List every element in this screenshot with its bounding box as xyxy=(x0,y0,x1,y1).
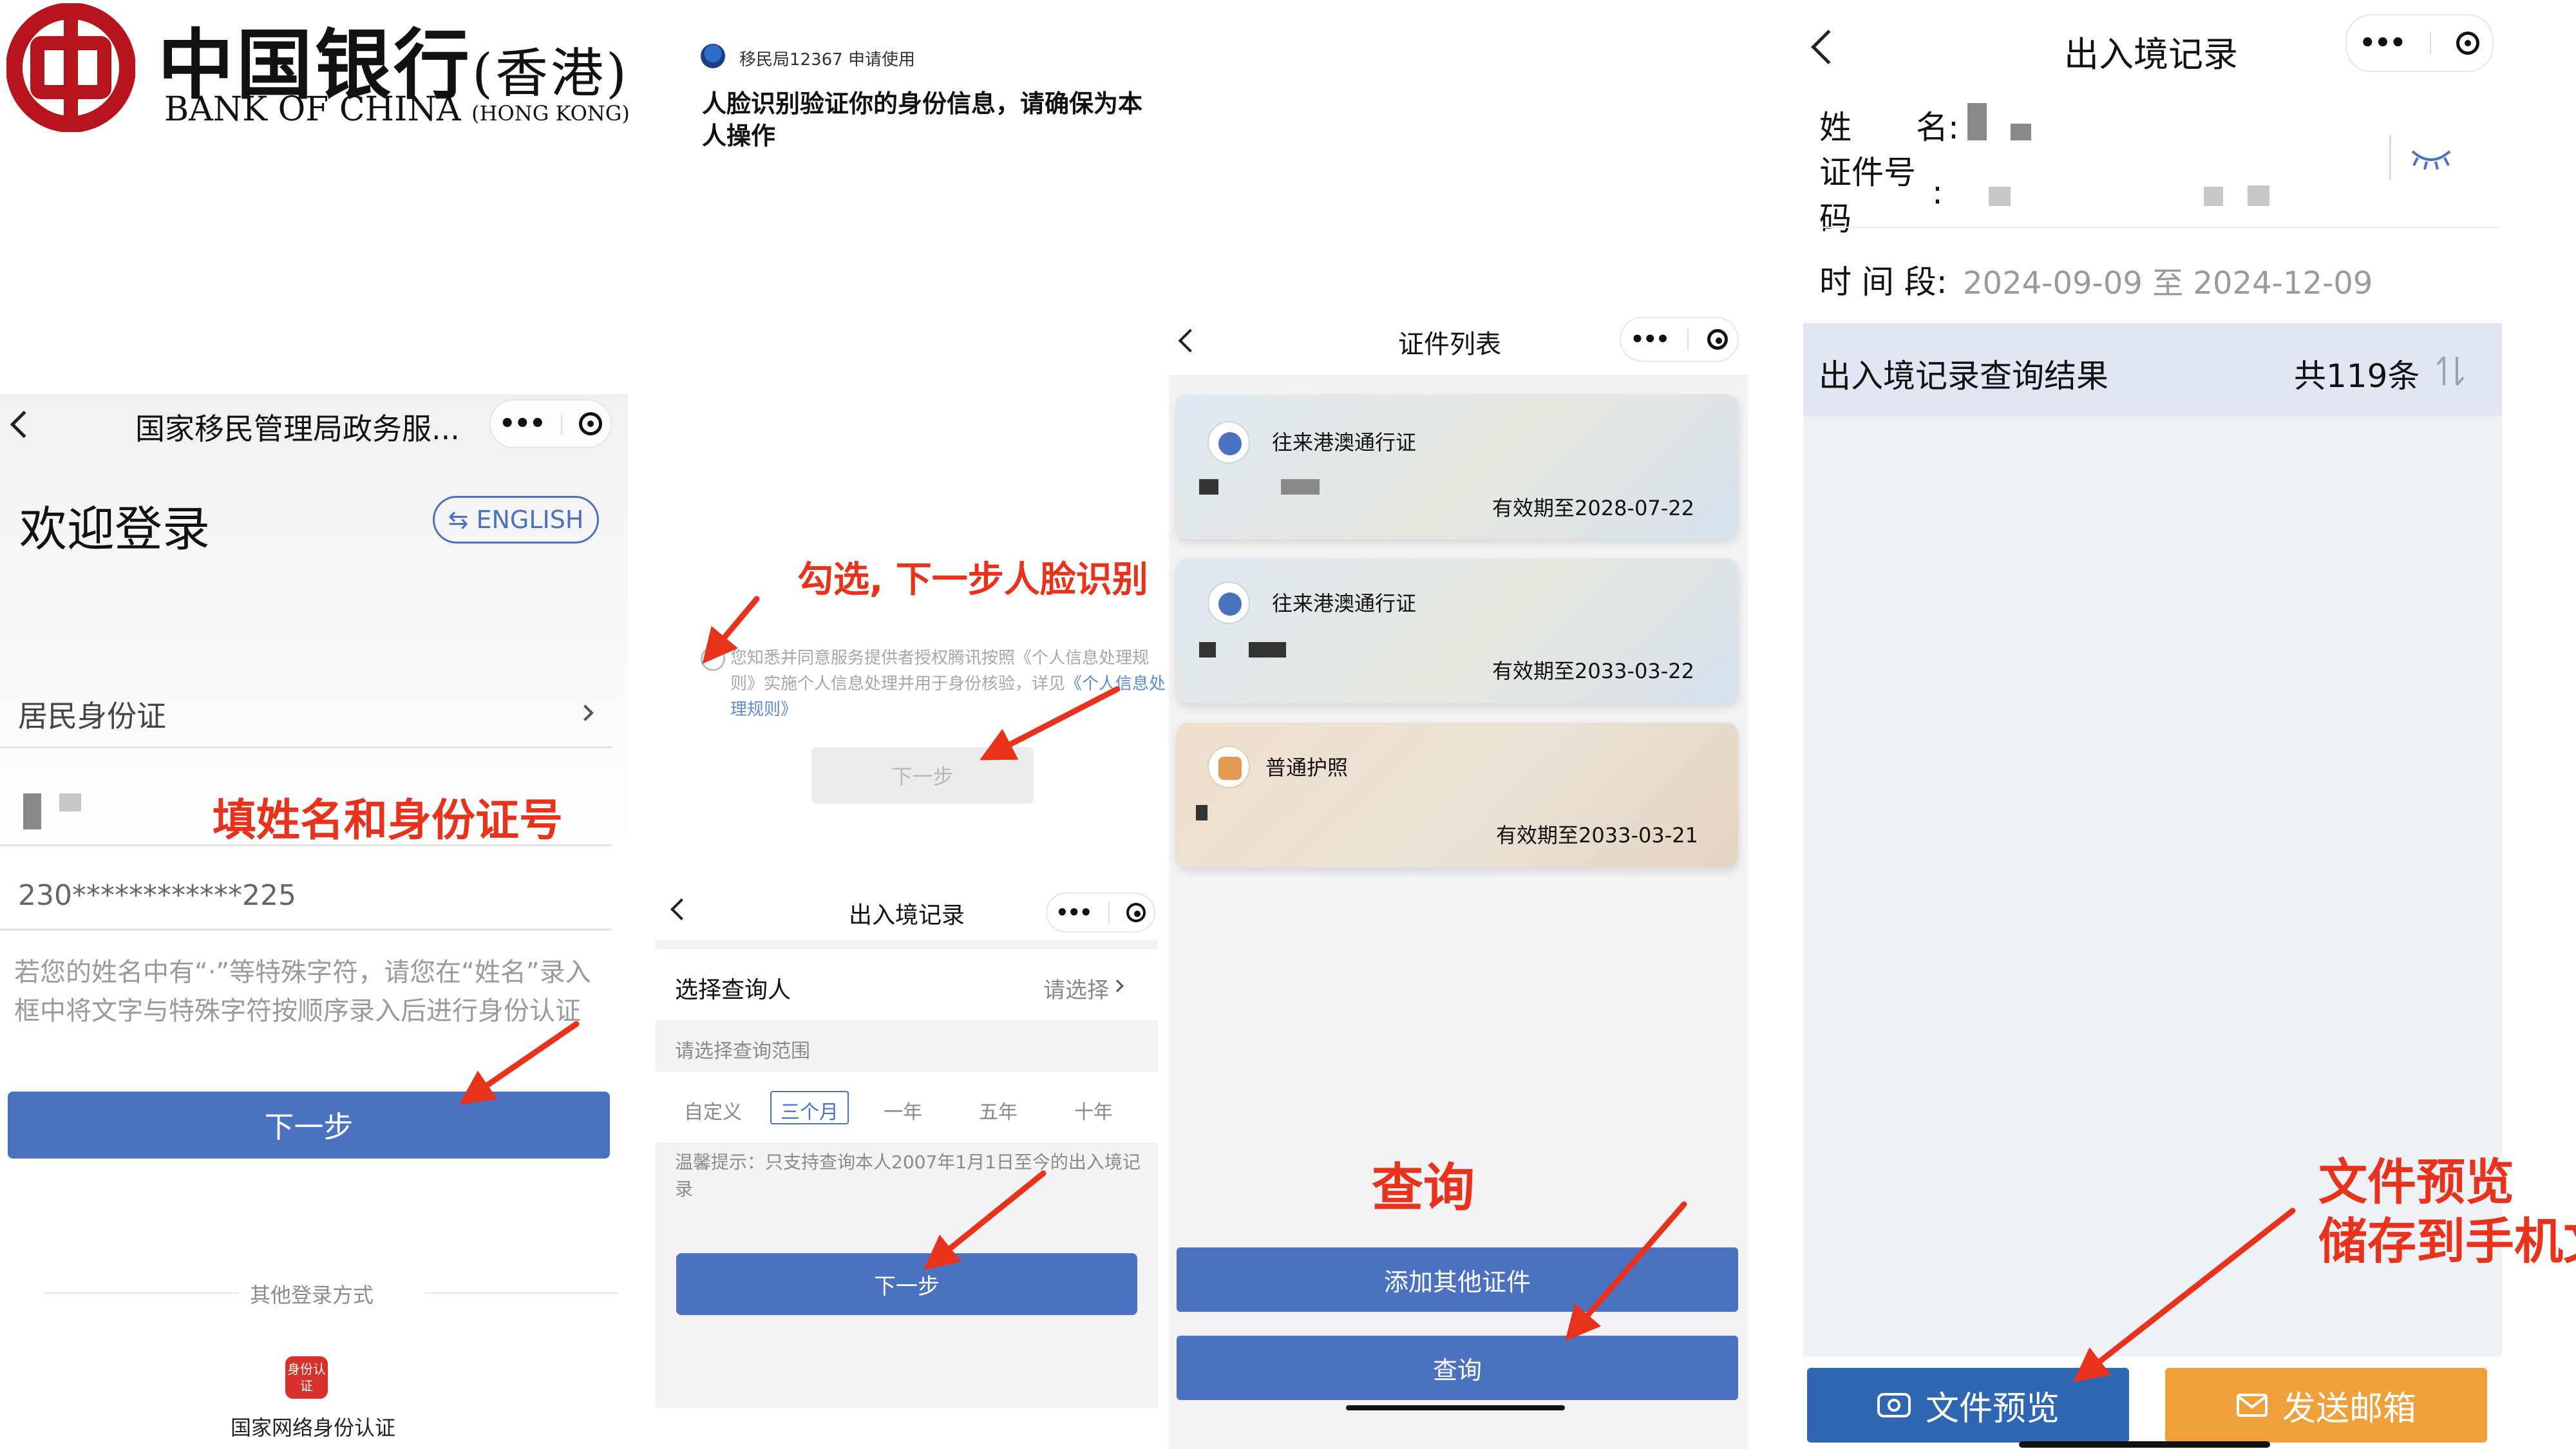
arrow-to-next-disabled xyxy=(980,686,1121,761)
screenshot-collage: 中国银行(香港) BANK OF CHINA (HONG KONG) 国家移民管… xyxy=(0,0,2576,1449)
arrow-to-next-step xyxy=(459,1021,580,1105)
arrow-to-query-next xyxy=(923,1170,1046,1270)
arrow-to-query xyxy=(1565,1201,1687,1341)
arrow-to-preview xyxy=(2072,1208,2296,1383)
arrow-to-checkbox xyxy=(702,596,760,664)
annotation-arrows xyxy=(459,596,2296,1383)
